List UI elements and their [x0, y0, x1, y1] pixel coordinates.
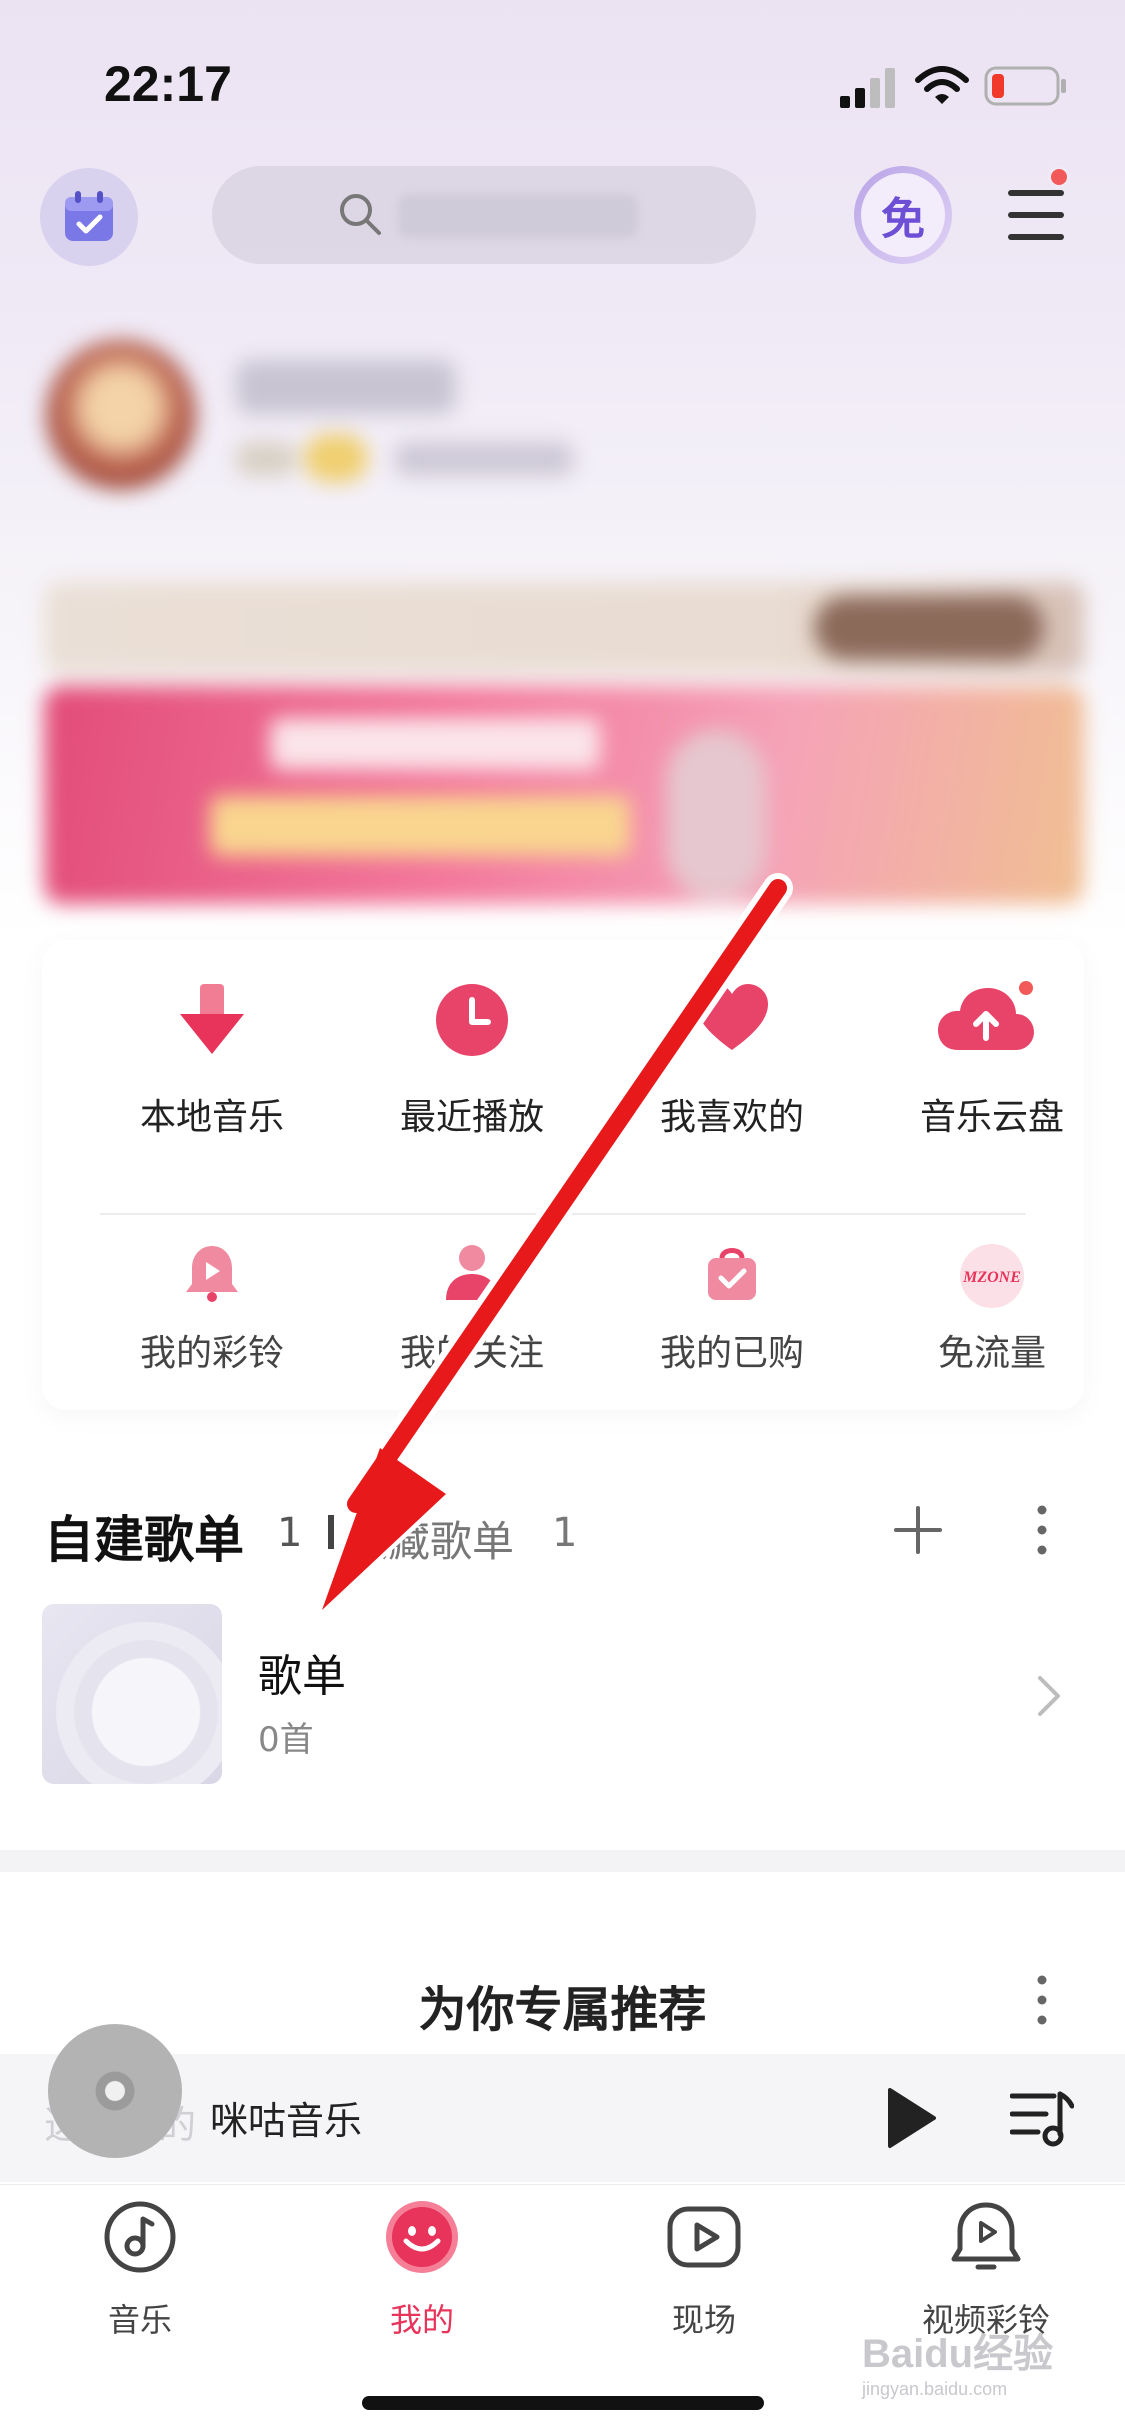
tab-collected-playlists[interactable]: 收藏歌单: [346, 1508, 514, 1569]
avatar[interactable]: [46, 340, 196, 490]
video-bell-icon: [951, 2202, 1021, 2270]
more-options-icon[interactable]: [1030, 1972, 1054, 2028]
quick-item-label: 最近播放: [399, 1097, 544, 1138]
search-bar[interactable]: [212, 166, 756, 264]
divider: [100, 1213, 1026, 1215]
quick-cloud-drive[interactable]: 音乐云盘: [882, 980, 1102, 1140]
mzone-icon: MZONE: [960, 1244, 1024, 1308]
more-options-icon[interactable]: [1030, 1502, 1054, 1558]
promo-banner-text-blurred: [270, 718, 600, 770]
menu-icon-line: [1008, 190, 1064, 196]
mini-player-title: 咪咕音乐: [210, 2099, 363, 2143]
section-divider: [0, 1850, 1125, 1872]
quick-favorites[interactable]: 我喜欢的: [622, 980, 842, 1140]
vip-badge-blurred: [304, 434, 368, 482]
cloud-upload-icon: [938, 981, 1034, 1050]
playlist-item[interactable]: 歌单 0首: [0, 1604, 1125, 1784]
quick-item-label: 我的彩铃: [139, 1333, 284, 1374]
vip-strip-button-blurred[interactable]: [814, 596, 1044, 660]
playlist-title: 歌单: [258, 1651, 346, 1702]
play-icon[interactable]: [884, 2084, 940, 2152]
quick-my-follow[interactable]: 我的关注: [362, 1242, 582, 1402]
menu-icon-line: [1008, 234, 1064, 240]
menu-button[interactable]: [1004, 166, 1070, 248]
heart-icon: [696, 984, 768, 1050]
smiley-icon: [386, 2201, 458, 2273]
notification-dot: [1048, 166, 1070, 188]
blurred-profile-banner: [0, 310, 1125, 930]
nav-item-label: 音乐: [107, 2301, 172, 2339]
watermark: Baidu经验 jingyan.baidu.com: [862, 2330, 1082, 2426]
nav-item-music[interactable]: 音乐: [30, 2199, 250, 2349]
nav-item-label: 现场: [671, 2301, 736, 2339]
quick-item-label: 我喜欢的: [659, 1097, 804, 1138]
chevron-right-icon: [1038, 1676, 1060, 1716]
nav-item-label: 我的: [389, 2301, 454, 2339]
quick-local-music[interactable]: 本地音乐: [102, 980, 322, 1140]
nav-item-mine[interactable]: 我的: [312, 2199, 532, 2349]
home-indicator: [362, 2396, 764, 2410]
add-playlist-icon[interactable]: [890, 1502, 946, 1558]
free-traffic-button[interactable]: 免: [854, 166, 952, 264]
playlist-song-count: 0首: [258, 1720, 314, 1760]
quick-access-card: 本地音乐 最近播放 我喜欢的 音乐云盘 我的彩铃 我的关注 我的已购 MZONE…: [42, 940, 1084, 1410]
nav-item-video-ringtone[interactable]: 视频彩铃: [876, 2199, 1096, 2349]
person-icon: [446, 1245, 498, 1300]
recommend-section-title: 为你专属推荐: [418, 1982, 707, 2038]
quick-my-ringtone[interactable]: 我的彩铃: [102, 1242, 322, 1402]
quick-item-label: 本地音乐: [139, 1097, 284, 1138]
status-time: 22:17: [104, 56, 232, 112]
signal-icon: [840, 68, 895, 108]
wifi-icon: [915, 66, 969, 104]
bell-icon: [186, 1246, 238, 1302]
battery-icon: [984, 66, 1066, 106]
tab-self-built-count: 1: [277, 1510, 303, 1556]
profile-name-blurred: [236, 360, 456, 414]
playlist-queue-icon[interactable]: [1010, 2088, 1074, 2148]
music-note-icon: [104, 2201, 176, 2273]
my-page: 22:17 免 本地音乐 最近播放 我喜欢的 音乐云盘 我的彩铃 我的关注 我的…: [0, 0, 1125, 2436]
mzone-logo-text: MZONE: [962, 1269, 1021, 1286]
promo-banner-figure-blurred: [666, 730, 766, 900]
free-badge-label: 免: [861, 173, 945, 257]
shopping-bag-icon: [708, 1248, 756, 1300]
quick-item-label: 免流量: [937, 1333, 1046, 1374]
quick-recent-play[interactable]: 最近播放: [362, 980, 582, 1140]
quick-my-purchased[interactable]: 我的已购: [622, 1242, 842, 1402]
watermark-url: jingyan.baidu.com: [862, 2379, 1008, 2399]
clock-icon: [436, 984, 508, 1056]
status-bar: 22:17: [0, 0, 1125, 150]
quick-item-label: 我的已购: [659, 1333, 804, 1374]
download-arrow-icon: [180, 984, 244, 1054]
quick-free-traffic[interactable]: MZONE 免流量: [882, 1242, 1102, 1402]
promo-banner-text-blurred: [210, 796, 630, 856]
search-placeholder-blurred: [398, 194, 638, 238]
tab-separator: [328, 1515, 334, 1549]
disc-placeholder-icon: [56, 1622, 222, 1784]
quick-item-label: 我的关注: [399, 1333, 544, 1374]
tab-self-built-playlists[interactable]: 自建歌单: [44, 1500, 244, 1572]
checkin-calendar-button[interactable]: [40, 168, 138, 266]
now-playing-disc[interactable]: [48, 2024, 182, 2158]
video-play-icon: [667, 2206, 741, 2268]
menu-icon-line: [1008, 212, 1064, 218]
profile-meta-blurred: [394, 442, 574, 476]
profile-meta-blurred: [236, 442, 296, 476]
playlist-cover: [42, 1604, 222, 1784]
quick-item-label: 音乐云盘: [919, 1097, 1064, 1138]
calendar-check-icon: [65, 191, 113, 241]
watermark-brand: Baidu经验: [862, 2332, 1054, 2376]
tab-collected-count: 1: [552, 1510, 578, 1556]
nav-item-live[interactable]: 现场: [594, 2199, 814, 2349]
search-icon: [340, 194, 381, 235]
